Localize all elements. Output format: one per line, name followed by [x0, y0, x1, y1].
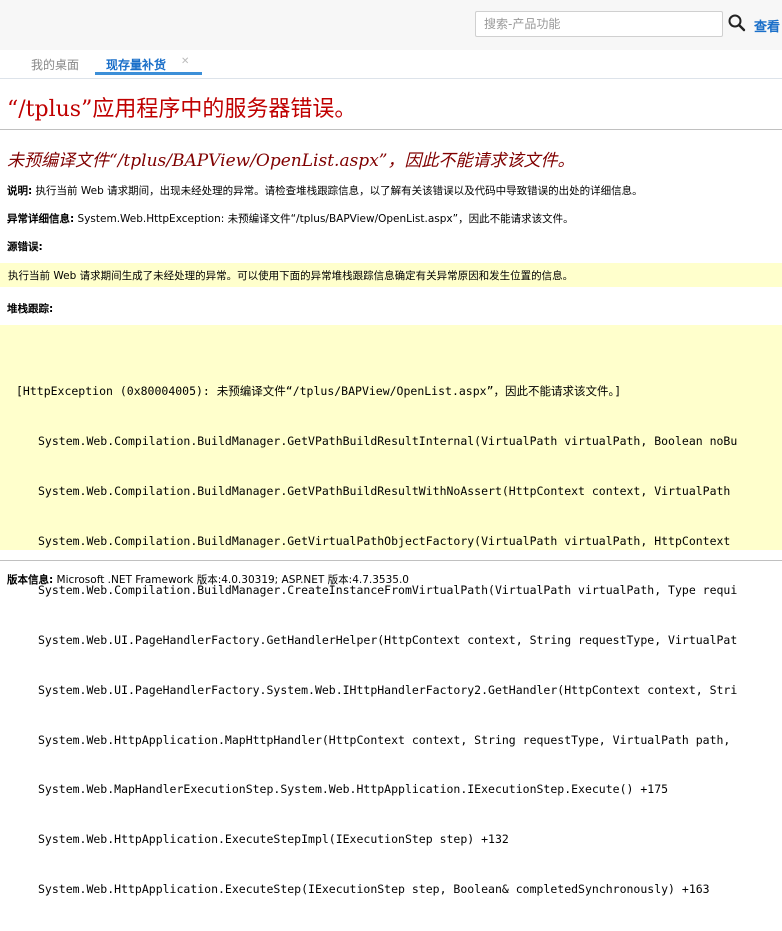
description-text: 执行当前 Web 请求期间，出现未经处理的异常。请检查堆栈跟踪信息，以了解有关该…	[32, 185, 643, 197]
stack-line: System.Web.HttpApplication.MapHttpHandle…	[38, 732, 731, 747]
page-title: “/tplus”应用程序中的服务器错误。	[7, 97, 357, 122]
stack-line: System.Web.UI.PageHandlerFactory.System.…	[38, 682, 738, 697]
stack-line: System.Web.UI.PageHandlerFactory.GetHand…	[38, 633, 738, 648]
source-error-text: 执行当前 Web 请求期间生成了未经处理的异常。可以使用下面的异常堆栈跟踪信息确…	[8, 270, 574, 282]
source-error-box: 执行当前 Web 请求期间生成了未经处理的异常。可以使用下面的异常堆栈跟踪信息确…	[0, 263, 782, 287]
active-tab-indicator	[95, 72, 202, 75]
description-line: 说明: 执行当前 Web 请求期间，出现未经处理的异常。请检查堆栈跟踪信息，以了…	[7, 183, 643, 198]
tab-my-desktop[interactable]: 我的桌面	[31, 56, 79, 77]
stack-trace-label: 堆栈跟踪:	[7, 303, 54, 315]
version-text: Microsoft .NET Framework 版本:4.0.30319; A…	[53, 574, 409, 586]
version-line: 版本信息: Microsoft .NET Framework 版本:4.0.30…	[7, 572, 409, 587]
search-box[interactable]	[475, 11, 728, 37]
source-error-label: 源错误:	[7, 241, 43, 253]
stack-trace: [HttpException (0x80004005): 未预编译文件“/tpl…	[16, 350, 737, 931]
stack-line: System.Web.HttpApplication.ExecuteStepIm…	[38, 832, 509, 847]
exception-line: 异常详细信息: System.Web.HttpException: 未预编译文件…	[7, 211, 574, 226]
stack-line: System.Web.HttpApplication.ExecuteStep(I…	[38, 882, 710, 896]
version-label: 版本信息:	[7, 574, 54, 586]
stack-line: System.Web.Compilation.BuildManager.GetV…	[38, 433, 738, 448]
stack-line: System.Web.Compilation.BuildManager.GetV…	[38, 533, 731, 548]
top-bar: 查看	[0, 0, 782, 50]
view-link[interactable]: 查看	[754, 16, 780, 35]
divider	[0, 560, 782, 561]
stack-trace-box: [HttpException (0x80004005): 未预编译文件“/tpl…	[0, 325, 782, 896]
source-error-heading: 源错误:	[7, 239, 43, 254]
exception-text: System.Web.HttpException: 未预编译文件“/tplus/…	[74, 213, 574, 225]
stack-line: [HttpException (0x80004005): 未预编译文件“/tpl…	[16, 384, 622, 399]
error-subtitle: 未预编译文件“/tplus/BAPView/OpenList.aspx”，因此不…	[7, 151, 575, 171]
stack-line: System.Web.MapHandlerExecutionStep.Syste…	[38, 782, 669, 797]
description-label: 说明:	[7, 185, 33, 197]
stack-trace-heading: 堆栈跟踪:	[7, 301, 53, 316]
stack-line: System.Web.Compilation.BuildManager.GetV…	[38, 483, 731, 498]
search-icon[interactable]	[727, 13, 747, 33]
close-icon[interactable]: ✕	[181, 56, 189, 67]
search-input[interactable]	[476, 12, 728, 36]
exception-label: 异常详细信息:	[7, 213, 75, 225]
divider	[0, 129, 782, 130]
